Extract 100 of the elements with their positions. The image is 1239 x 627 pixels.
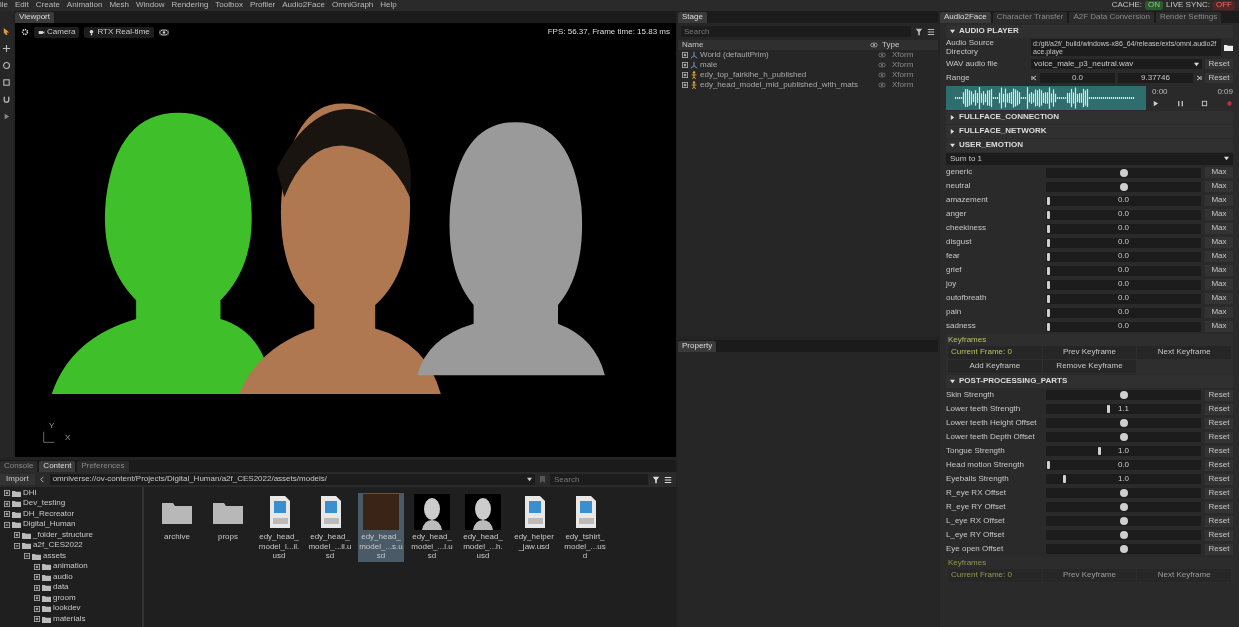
slider-track[interactable]: 1.0 [1046, 446, 1201, 457]
slider-action-button[interactable]: Reset [1205, 432, 1233, 443]
file-item[interactable]: edy_head_model_...h.usd [460, 493, 506, 562]
menu-item[interactable]: Animation [66, 1, 103, 10]
expand-box-icon[interactable] [682, 72, 688, 78]
slider-action-button[interactable]: Max [1205, 265, 1233, 277]
slider-track[interactable]: 0.0 [1046, 307, 1201, 318]
stage-item[interactable]: male [700, 60, 876, 70]
slider-track[interactable]: 0.0 [1046, 293, 1201, 304]
expand-box-icon[interactable] [4, 500, 10, 507]
slider-track[interactable] [1046, 418, 1201, 429]
slider-track[interactable] [1046, 432, 1201, 443]
settings-icon[interactable] [21, 28, 29, 37]
slider-action-button[interactable]: Reset [1205, 516, 1233, 527]
menu-icon[interactable] [664, 475, 672, 484]
slider-thumb[interactable] [1047, 308, 1050, 317]
file-item[interactable]: edy_head_model_...l.usd [409, 493, 455, 562]
slider-thumb[interactable] [1047, 294, 1050, 303]
slider-track[interactable]: 0.0 [1046, 209, 1201, 220]
expand-box-icon[interactable] [4, 490, 10, 497]
file-item[interactable]: edy_head_model_l...il.usd [256, 493, 302, 562]
section-header[interactable]: POST-PROCESSING_PARTS [946, 375, 1233, 388]
expand-box-icon[interactable] [34, 574, 40, 581]
menu-item[interactable]: Window [135, 1, 165, 10]
tree-item[interactable]: Dev_testing [23, 499, 66, 509]
slider-track[interactable] [1046, 516, 1201, 527]
audio-file-dropdown[interactable]: voice_male_p3_neutral.wav [1031, 58, 1202, 70]
scale-icon[interactable] [2, 78, 11, 87]
file-item[interactable]: edy_helper_jaw.usd [511, 493, 557, 553]
file-item[interactable]: edy_tshirt_model_...usd [562, 493, 608, 562]
content-tab[interactable]: Content [39, 461, 76, 472]
column-header[interactable]: Type [882, 40, 900, 50]
slider-track[interactable]: 0.0 [1046, 195, 1201, 206]
slider-thumb[interactable] [1106, 405, 1110, 414]
stage-item[interactable]: edy_top_fairkihe_h_published [700, 70, 876, 80]
status-value[interactable]: OFF [1213, 1, 1235, 10]
play-icon[interactable] [2, 112, 11, 121]
menu-icon[interactable] [927, 27, 935, 36]
tree-item[interactable]: a2f_CES2022 [33, 541, 83, 551]
collapse-box-icon[interactable] [24, 553, 30, 560]
keyframe-button[interactable]: Next Keyframe [1137, 346, 1231, 360]
expand-box-icon[interactable] [682, 52, 688, 58]
file-item[interactable]: edy_head_model_...il.usd [307, 493, 353, 562]
slider-action-button[interactable]: Reset [1205, 418, 1233, 429]
menu-item[interactable]: OmniGraph [331, 1, 374, 10]
section-header[interactable]: AUDIO PLAYER [946, 25, 1233, 38]
slider-thumb[interactable] [1119, 489, 1128, 498]
slider-track[interactable]: 0.0 [1046, 223, 1201, 234]
keyframe-button[interactable]: Next Keyframe [1137, 569, 1231, 582]
skip-end-icon[interactable] [1196, 75, 1202, 82]
viewport-tab[interactable]: Viewport [15, 12, 54, 23]
slider-track[interactable]: 1.1 [1046, 404, 1201, 415]
slider-track[interactable]: 0.0 [1046, 321, 1201, 332]
slider-thumb[interactable] [1047, 224, 1050, 233]
expand-box-icon[interactable] [34, 563, 40, 570]
slider-track[interactable] [1046, 181, 1201, 192]
slider-thumb[interactable] [1047, 210, 1050, 219]
stage-item[interactable]: World (defaultPrim) [700, 50, 876, 60]
skip-start-icon[interactable] [1031, 75, 1037, 82]
slider-track[interactable] [1046, 390, 1201, 401]
slider-action-button[interactable]: Reset [1205, 502, 1233, 513]
tree-item[interactable]: DH_Recreator [23, 509, 75, 519]
slider-track[interactable] [1046, 167, 1201, 178]
tree-item[interactable]: DHI [23, 488, 37, 498]
visibility-icon[interactable] [878, 72, 886, 78]
file-item[interactable]: archive [154, 493, 200, 543]
slider-track[interactable]: 0.0 [1046, 265, 1201, 276]
slider-thumb[interactable] [1119, 503, 1128, 512]
tree-item[interactable]: lookdev [53, 604, 81, 614]
expand-box-icon[interactable] [34, 584, 40, 591]
expand-box-icon[interactable] [682, 82, 688, 88]
tree-item[interactable]: Digital_Human [23, 520, 76, 530]
keyframe-button[interactable]: Prev Keyframe [1042, 346, 1137, 360]
slider-action-button[interactable]: Max [1205, 293, 1233, 305]
menu-item[interactable]: ile [0, 1, 8, 10]
tree-item[interactable]: _folder_structure [33, 530, 94, 540]
file-item[interactable]: edy_head_model_...s.usd [358, 493, 404, 562]
slider-track[interactable]: 0.0 [1046, 460, 1201, 471]
slider-thumb[interactable] [1097, 447, 1101, 456]
section-header[interactable]: FULLFACE_CONNECTION [946, 110, 1233, 124]
panel-tab[interactable]: Render Settings [1155, 12, 1222, 23]
keyframe-button[interactable]: Prev Keyframe [1042, 569, 1137, 582]
visibility-icon[interactable] [878, 82, 886, 88]
range-start-field[interactable]: 0.0 [1040, 72, 1115, 84]
filter-icon[interactable] [652, 475, 660, 484]
slider-track[interactable]: 0.0 [1046, 251, 1201, 262]
slider-thumb[interactable] [1119, 168, 1128, 177]
expand-box-icon[interactable] [34, 605, 40, 612]
expand-box-icon[interactable] [14, 532, 20, 539]
path-field[interactable]: omniverse://ov-content/Projects/Digital_Human/a2f_CES2022/assets/models/ [49, 474, 535, 485]
slider-track[interactable] [1046, 502, 1201, 513]
section-header[interactable]: USER_EMOTION [946, 138, 1233, 152]
slider-action-button[interactable]: Max [1205, 195, 1233, 207]
keyframe-button[interactable]: Add Keyframe [948, 360, 1042, 373]
slider-thumb[interactable] [1119, 419, 1128, 428]
stage-item[interactable]: edy_head_model_mid_published_with_mats [700, 80, 876, 90]
tree-item[interactable]: assets [43, 551, 67, 561]
slider-thumb[interactable] [1047, 322, 1050, 331]
slider-action-button[interactable]: Max [1205, 223, 1233, 235]
select-arrow-icon[interactable] [2, 27, 11, 36]
